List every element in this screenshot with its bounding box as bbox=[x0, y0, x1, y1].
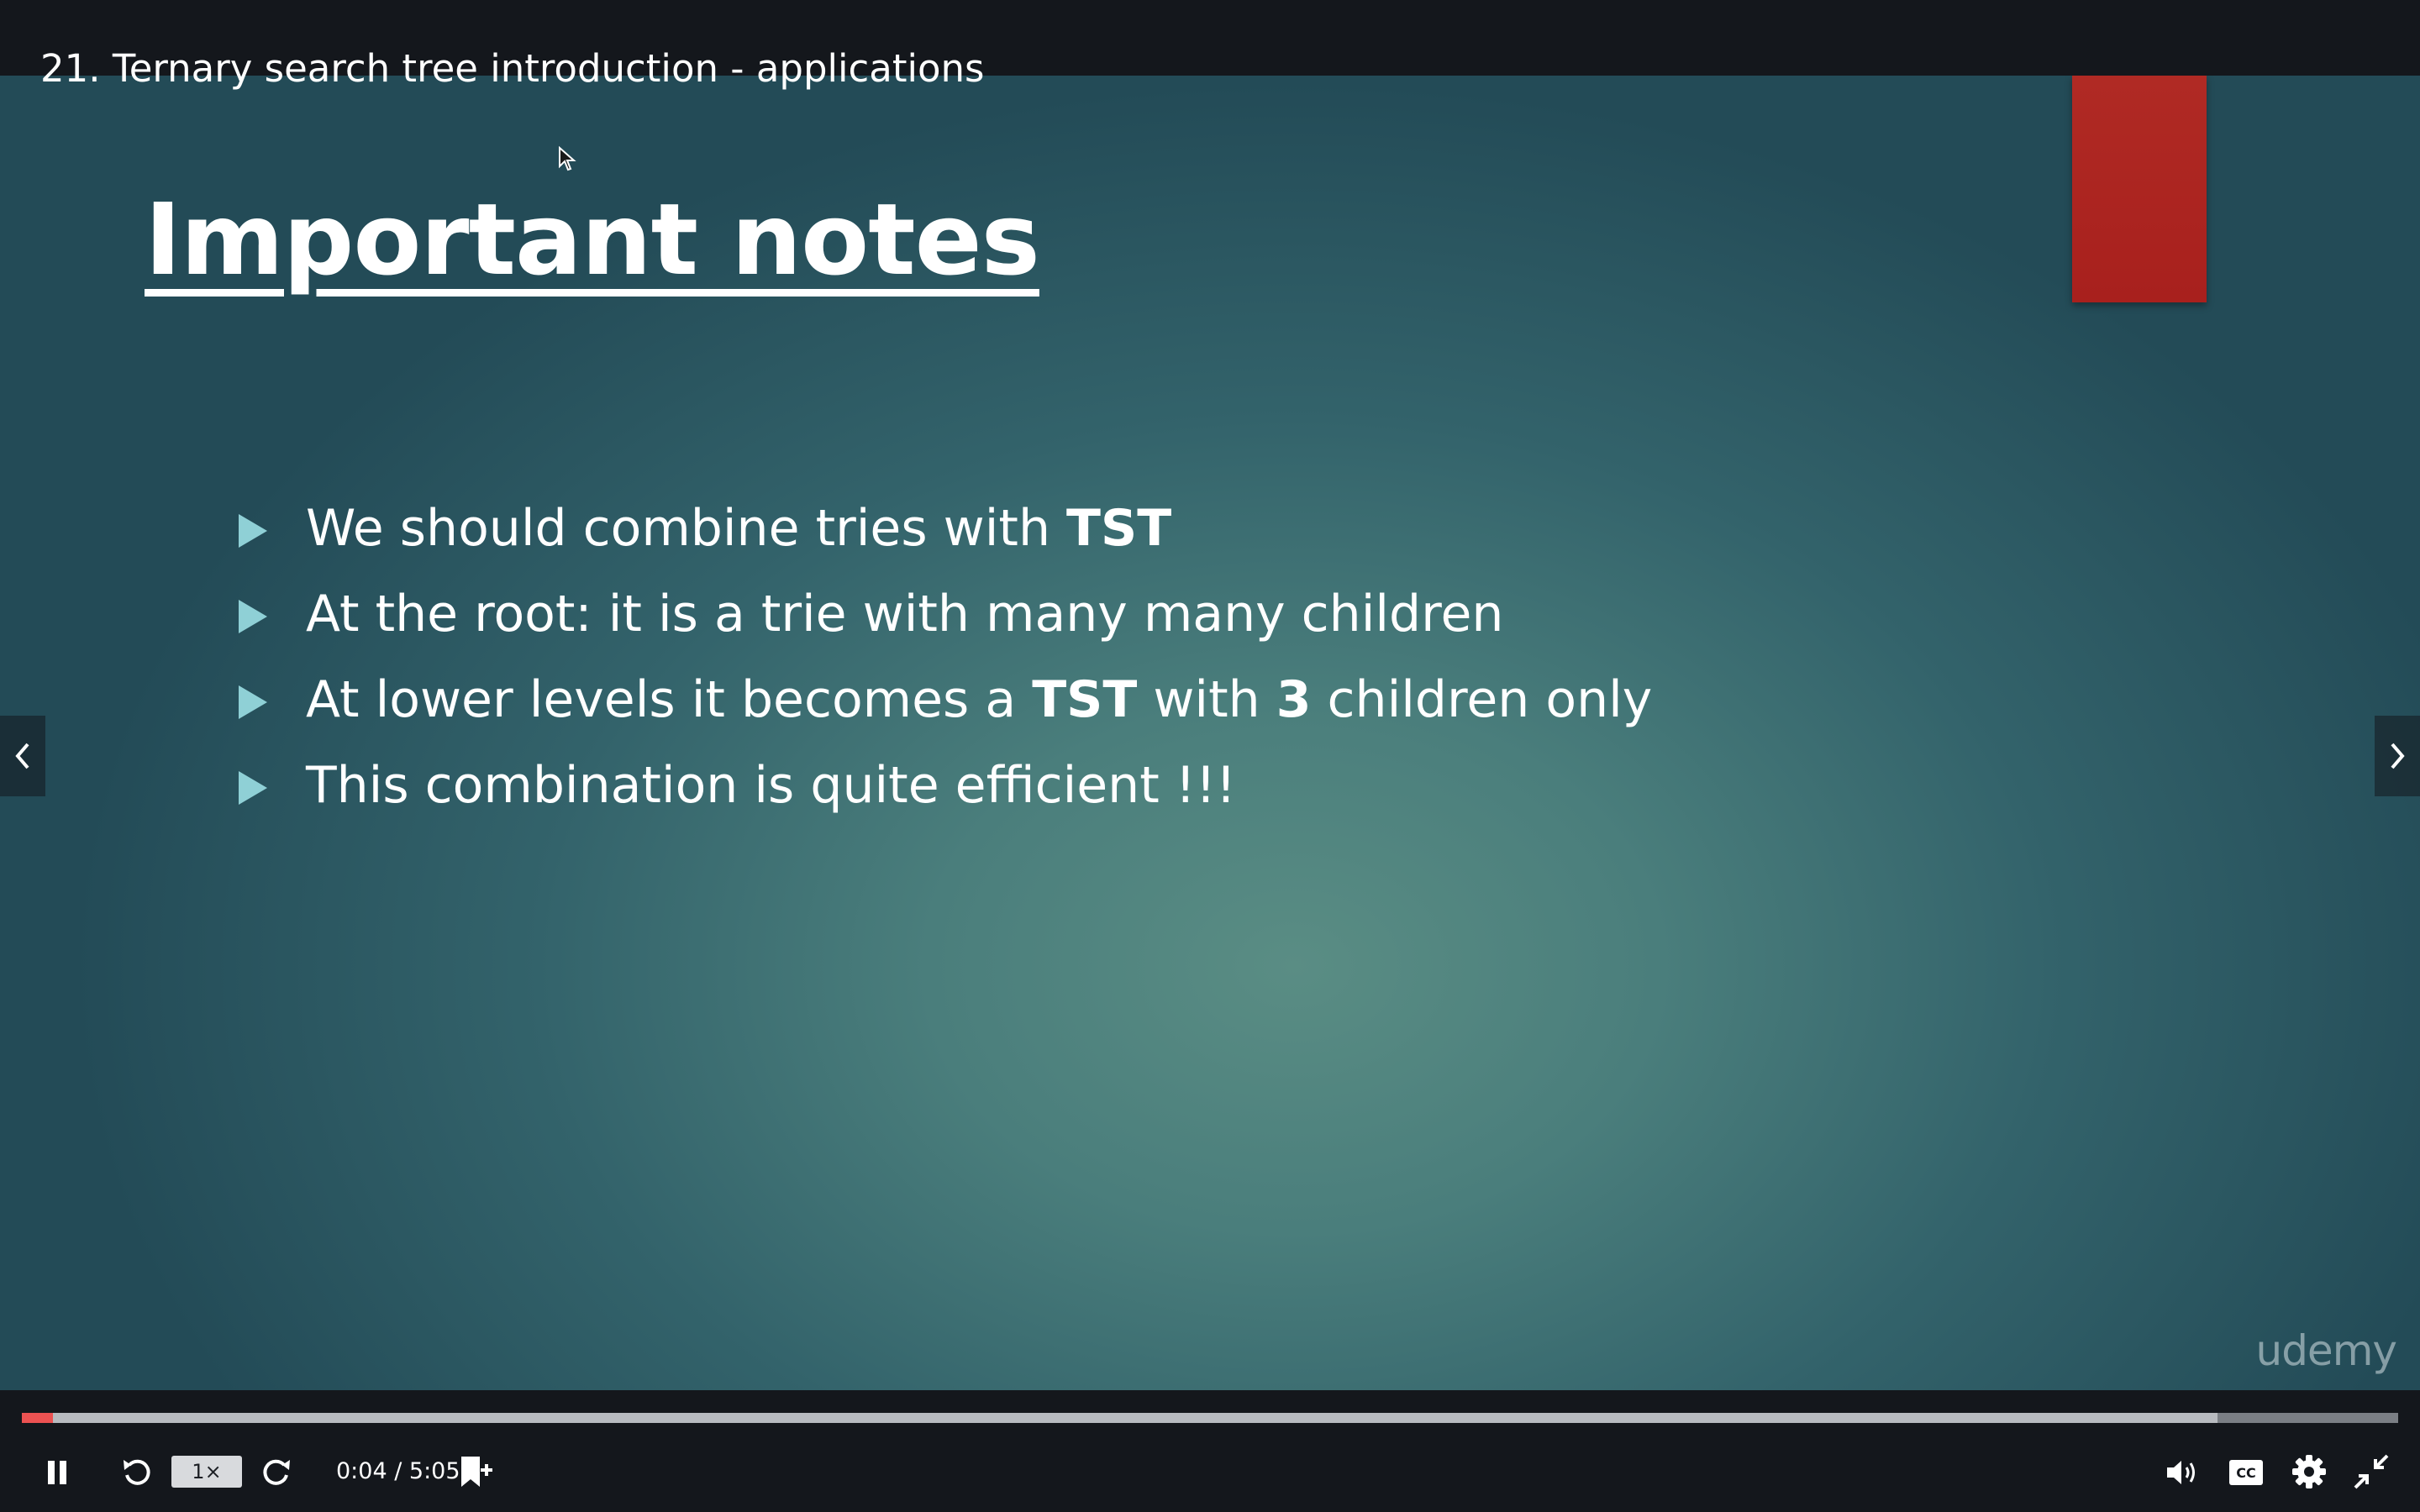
lecture-title: 21. Ternary search tree introduction - a… bbox=[40, 46, 985, 91]
slide-bullet: At the root: it is a trie with many many… bbox=[239, 571, 1652, 657]
previous-lecture-button[interactable] bbox=[0, 716, 45, 796]
bullet-text: TST bbox=[1066, 499, 1172, 558]
bullet-text: with bbox=[1137, 670, 1276, 729]
volume-button[interactable] bbox=[2163, 1454, 2202, 1491]
captions-button[interactable]: CC bbox=[2227, 1454, 2265, 1491]
playback-speed-button[interactable]: 1× bbox=[171, 1456, 242, 1488]
settings-button[interactable] bbox=[2289, 1452, 2329, 1491]
forward-button[interactable] bbox=[257, 1454, 296, 1491]
bullet-text: 3 bbox=[1276, 670, 1312, 729]
pause-button[interactable] bbox=[37, 1454, 77, 1491]
captions-icon: CC bbox=[2229, 1460, 2263, 1485]
add-bookmark-button[interactable] bbox=[457, 1452, 496, 1491]
slide-bullet: At lower levels it becomes a TST with 3 … bbox=[239, 657, 1652, 743]
bullet-triangle-icon bbox=[239, 600, 267, 633]
pause-icon bbox=[48, 1461, 66, 1484]
time-display: 0:04 / 5:05 bbox=[336, 1458, 460, 1484]
chevron-right-icon bbox=[2391, 743, 2405, 769]
slide-bullet: This combination is quite efficient !!! bbox=[239, 743, 1652, 828]
slide-bullet-list: We should combine tries with TST At the r… bbox=[239, 486, 1652, 828]
video-frame[interactable]: Important notes We should combine tries … bbox=[0, 76, 2420, 1390]
bullet-triangle-icon bbox=[239, 771, 267, 805]
mouse-cursor-icon bbox=[559, 146, 576, 171]
video-player[interactable]: 21. Ternary search tree introduction - a… bbox=[0, 0, 2420, 1512]
bullet-text: At the root: it is a trie with many many… bbox=[306, 585, 1504, 643]
bullet-triangle-icon bbox=[239, 685, 267, 719]
slide-accent-tab bbox=[2072, 76, 2207, 302]
progress-played bbox=[22, 1413, 54, 1423]
volume-icon bbox=[2167, 1461, 2195, 1484]
udemy-watermark: udemy bbox=[2255, 1326, 2397, 1375]
rewind-button[interactable] bbox=[118, 1454, 156, 1491]
control-bar: 1× 0:04 / 5:05 CC bbox=[0, 1390, 2420, 1512]
bullet-text: We should combine tries with bbox=[306, 499, 1067, 558]
bullet-triangle-icon bbox=[239, 514, 267, 548]
slide-heading: Important notes bbox=[145, 181, 1040, 297]
exit-fullscreen-button[interactable] bbox=[2351, 1452, 2391, 1491]
svg-text:CC: CC bbox=[2236, 1465, 2255, 1481]
progress-bar[interactable] bbox=[22, 1413, 2398, 1423]
add-bookmark-icon bbox=[461, 1457, 492, 1487]
slide-bullet: We should combine tries with TST bbox=[239, 486, 1652, 571]
gear-icon bbox=[2292, 1455, 2326, 1488]
bullet-text: children only bbox=[1311, 670, 1653, 729]
bullet-text: This combination is quite efficient !!! bbox=[306, 756, 1236, 815]
rewind-icon bbox=[124, 1459, 150, 1485]
bullet-text: At lower levels it becomes a bbox=[306, 670, 1033, 729]
next-lecture-button[interactable] bbox=[2375, 716, 2420, 796]
chevron-left-icon bbox=[15, 743, 29, 769]
bullet-text: TST bbox=[1032, 670, 1138, 729]
progress-buffered bbox=[22, 1413, 2218, 1423]
forward-icon bbox=[263, 1459, 290, 1485]
exit-fullscreen-icon bbox=[2354, 1454, 2389, 1489]
